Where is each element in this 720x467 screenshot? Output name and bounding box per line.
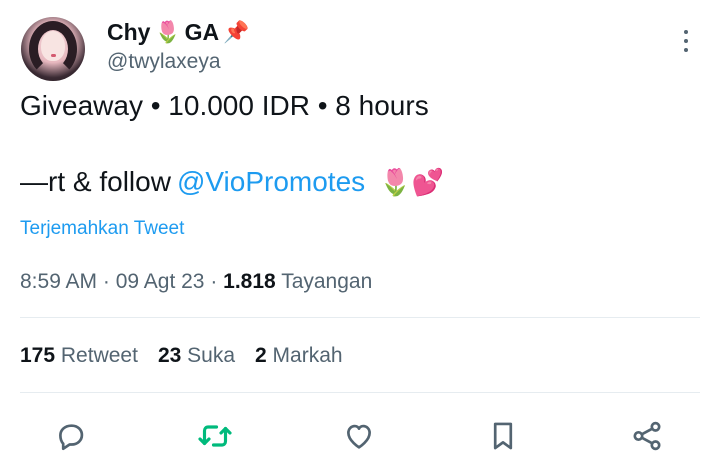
- pushpin-emoji: 📌: [223, 21, 250, 44]
- bookmark-button[interactable]: [485, 418, 521, 454]
- dot: [684, 30, 688, 34]
- tweet-stats: 175 Retweet 23 Suka 2 Markah: [20, 344, 343, 368]
- tweet-text-line2: —rt & follow @VioPromotes 🌷💕: [20, 165, 444, 199]
- separator: ·: [210, 270, 224, 293]
- views-label: Tayangan: [281, 270, 373, 293]
- like-button[interactable]: [341, 418, 377, 454]
- likes-label: Suka: [187, 344, 236, 367]
- bookmarks-label: Markah: [272, 344, 343, 367]
- bookmark-icon: [493, 422, 513, 450]
- retweet-button[interactable]: [197, 418, 233, 454]
- retweet-icon: [198, 425, 232, 447]
- reply-icon: [59, 424, 84, 451]
- bookmarks-count: 2: [255, 344, 267, 367]
- retweets-count: 175: [20, 344, 56, 367]
- tweet-time[interactable]: 8:59 AM: [20, 270, 97, 293]
- share-button[interactable]: [629, 418, 665, 454]
- author-name-row[interactable]: Chy 🌷 GA 📌: [107, 19, 249, 46]
- mention-link[interactable]: @VioPromotes: [177, 165, 365, 199]
- tweet-text-prefix: —rt & follow: [20, 166, 171, 197]
- tweet-meta: 8:59 AM · 09 Agt 23 · 1.818 Tayangan: [20, 270, 372, 294]
- likes-count: 23: [157, 344, 182, 367]
- heart-icon: [347, 424, 371, 449]
- tweet-date[interactable]: 09 Agt 23: [116, 270, 205, 293]
- share-icon: [633, 421, 661, 451]
- likes-stat[interactable]: 23 Suka: [158, 344, 235, 368]
- tulip-emoji: 🌷: [154, 21, 181, 44]
- retweets-label: Retweet: [60, 344, 138, 367]
- more-options-icon[interactable]: [680, 30, 692, 52]
- author-handle[interactable]: @twylaxeya: [107, 50, 221, 74]
- retweets-stat[interactable]: 175 Retweet: [20, 344, 138, 368]
- tweet-text-line1: Giveaway • 10.000 IDR • 8 hours: [20, 90, 429, 121]
- avatar-mouth: [51, 54, 56, 57]
- reply-button[interactable]: [53, 418, 89, 454]
- display-name[interactable]: Chy: [107, 19, 150, 46]
- divider: [20, 392, 700, 393]
- views-count: 1.818: [223, 270, 276, 293]
- tweet-emoji: 🌷💕: [379, 167, 444, 197]
- display-name-suffix[interactable]: GA: [185, 19, 220, 46]
- divider: [20, 317, 700, 318]
- dot: [684, 39, 688, 43]
- dot: [684, 48, 688, 52]
- bookmarks-stat[interactable]: 2 Markah: [255, 344, 343, 368]
- action-bar: [0, 412, 720, 456]
- translate-link[interactable]: Terjemahkan Tweet: [20, 218, 184, 240]
- avatar[interactable]: [21, 17, 85, 81]
- separator: ·: [102, 270, 116, 293]
